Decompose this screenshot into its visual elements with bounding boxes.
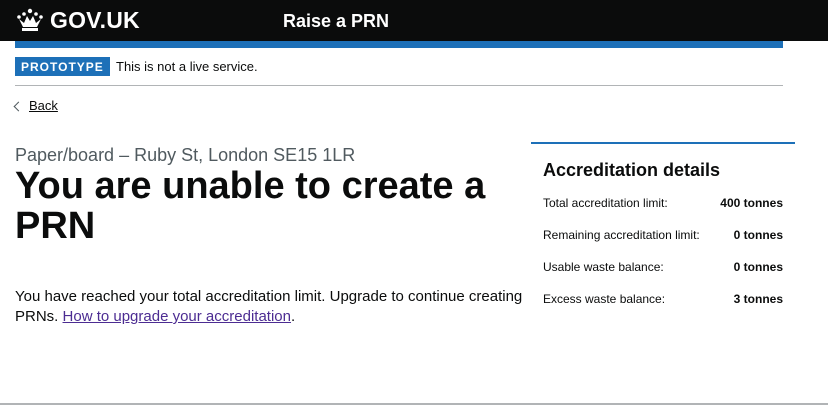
phase-banner-text: This is not a live service.	[116, 59, 258, 74]
site-header: GOV.UK Raise a PRN	[0, 0, 828, 41]
phase-tag: PROTOTYPE	[15, 57, 110, 76]
accreditation-details-panel: Accreditation details Total accreditatio…	[531, 142, 795, 306]
back-link[interactable]: Back	[13, 98, 58, 114]
accreditation-details-title: Accreditation details	[543, 160, 721, 180]
back-link-label: Back	[29, 98, 58, 113]
body-paragraph: You have reached your total accreditatio…	[15, 287, 525, 327]
page-title: You are unable to create a PRN	[15, 165, 486, 247]
logo-text: GOV.UK	[50, 7, 140, 33]
detail-label: Excess waste balance:	[543, 292, 666, 306]
detail-label: Usable waste balance:	[543, 260, 664, 274]
crown-icon	[17, 8, 43, 31]
detail-row-total-limit: Total accreditation limit: 400 tonnes	[543, 193, 783, 213]
detail-value: 0 tonnes	[733, 228, 783, 242]
body-text-end: .	[290, 308, 296, 325]
govuk-logo-link[interactable]: GOV.UK	[15, 6, 140, 34]
detail-value: 0 tonnes	[733, 260, 783, 274]
detail-row-usable-balance: Usable waste balance: 0 tonnes	[543, 257, 783, 277]
detail-row-remaining-limit: Remaining accreditation limit: 0 tonnes	[543, 225, 783, 245]
page-caption: Paper/board – Ruby St, London SE15 1LR	[15, 145, 356, 165]
chevron-left-icon	[13, 101, 24, 112]
upgrade-accreditation-link[interactable]: How to upgrade your accreditation	[63, 308, 291, 325]
service-name-link[interactable]: Raise a PRN	[283, 9, 389, 33]
detail-row-excess-balance: Excess waste balance: 3 tonnes	[543, 289, 783, 309]
header-blue-bar	[15, 41, 783, 48]
phase-banner: PROTOTYPE This is not a live service.	[15, 48, 783, 86]
detail-label: Total accreditation limit:	[543, 196, 668, 210]
detail-value: 3 tonnes	[733, 292, 783, 306]
detail-value: 400 tonnes	[720, 196, 783, 210]
detail-label: Remaining accreditation limit:	[543, 228, 700, 242]
